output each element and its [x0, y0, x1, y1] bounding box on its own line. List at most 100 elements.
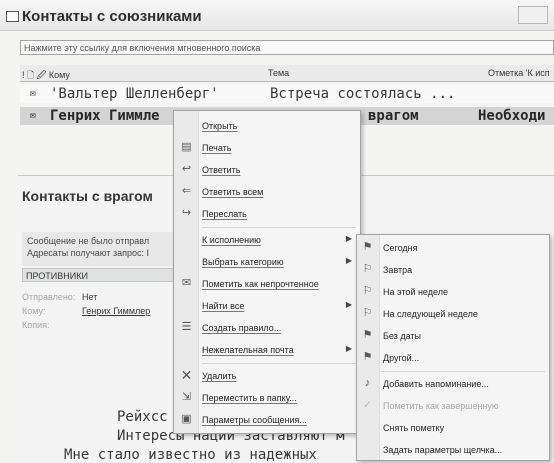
- submenu-arrow-icon: ▶: [345, 344, 352, 353]
- menu-item-label: Выбрать категорию: [202, 257, 284, 267]
- menu-item-label: Добавить напоминание...: [383, 379, 489, 389]
- contacts-icon: [6, 11, 19, 22]
- menu-item-label: Печать: [202, 143, 232, 153]
- envelope-icon: ✉: [181, 277, 192, 289]
- field-label: Кому:: [22, 306, 46, 316]
- field-label: Копия:: [22, 320, 50, 330]
- body-text-line: Мне стало известно из надежных: [64, 447, 317, 463]
- menu-item-label: Сегодня: [383, 243, 418, 253]
- menu-item-label: Задать параметры щелчка...: [383, 445, 503, 455]
- menu-item-label: Переслать: [202, 209, 247, 219]
- menu-separator: [381, 371, 545, 372]
- message-to: Генрих Гиммле: [50, 108, 160, 124]
- menu-item-label: Завтра: [383, 265, 413, 275]
- column-due[interactable]: Отметка 'К исп: [488, 68, 550, 78]
- delete-icon: ✕: [180, 367, 193, 383]
- window-title: Контакты с союзниками: [22, 8, 202, 25]
- flag-icon: ⚐: [362, 263, 373, 275]
- menu-item-label: Удалить: [202, 371, 237, 381]
- menu-item-label: Нежелательная почта: [202, 345, 294, 355]
- menu-item-label: Пометить как непрочтенное: [202, 279, 319, 289]
- menu-item-open[interactable]: Открыть: [174, 115, 360, 137]
- submenu-item-today[interactable]: ⚑ Сегодня: [357, 237, 549, 259]
- message-subject: врагом: [368, 108, 419, 124]
- menu-item-delete[interactable]: ✕ Удалить: [174, 365, 360, 387]
- message-list-header: ! 🗋 🖉 Кому Тема Отметка 'К исп: [20, 65, 554, 82]
- menu-item-categorize[interactable]: Выбрать категорию ▶: [174, 251, 360, 273]
- message-icon: ✉: [30, 110, 37, 121]
- menu-item-reply[interactable]: ↩ Ответить: [174, 159, 360, 181]
- message-to: 'Вальтер Шелленберг': [50, 86, 219, 102]
- reading-pane-title: Контакты с врагом: [22, 188, 153, 204]
- menu-item-label: Параметры сообщения...: [202, 415, 307, 425]
- menu-item-label: Пометить как завершенную: [383, 401, 499, 411]
- menu-item-label: На этой неделе: [383, 287, 448, 297]
- field-sent: Отправлено: Нет: [22, 292, 97, 302]
- field-to: Кому: Генрих Гиммлер: [22, 306, 150, 316]
- field-value: Нет: [82, 292, 98, 302]
- flag-icon: ⚑: [362, 241, 373, 253]
- menu-item-options[interactable]: ▣ Параметры сообщения...: [174, 409, 360, 431]
- menu-item-label: Найти все: [202, 301, 245, 311]
- forward-icon: ↪: [181, 207, 192, 219]
- context-menu: Открыть ▤ Печать ↩ Ответить ⇐ Ответить в…: [173, 110, 361, 434]
- field-cc: Копия:: [22, 320, 82, 330]
- submenu-item-mark-complete: ✓ Пометить как завершенную: [357, 395, 549, 417]
- submenu-item-next-week[interactable]: ⚐ На следующей неделе: [357, 303, 549, 325]
- flag-icon: ⚐: [362, 285, 373, 297]
- rule-icon: ☰: [181, 321, 192, 333]
- recipient-link[interactable]: Генрих Гиммлер: [82, 306, 150, 316]
- flag-icon: ⚑: [362, 351, 373, 363]
- menu-item-mark-unread[interactable]: ✉ Пометить как непрочтенное: [174, 273, 360, 295]
- menu-item-label: Переместить в папку...: [202, 393, 297, 403]
- menu-item-label: На следующей неделе: [383, 309, 478, 319]
- message-extra: Необходи: [478, 108, 546, 124]
- submenu-item-custom[interactable]: ⚑ Другой...: [357, 347, 549, 369]
- menu-item-label: Снять пометку: [383, 423, 445, 433]
- message-row[interactable]: ✉ 'Вальтер Шелленберг' Встреча состоялас…: [20, 85, 554, 103]
- menu-item-follow-up[interactable]: К исполнению ▶: [174, 229, 360, 251]
- reply-icon: ↩: [181, 163, 192, 175]
- submenu-item-no-date[interactable]: ⚑ Без даты: [357, 325, 549, 347]
- check-icon: ✓: [362, 399, 373, 411]
- window-control-button[interactable]: [518, 6, 548, 24]
- menu-item-label: Другой...: [383, 353, 420, 363]
- field-label: Отправлено:: [22, 292, 76, 302]
- menu-item-forward[interactable]: ↪ Переслать: [174, 203, 360, 225]
- menu-item-create-rule[interactable]: ☰ Создать правило...: [174, 317, 360, 339]
- menu-item-find-all[interactable]: Найти все ▶: [174, 295, 360, 317]
- menu-item-label: Ответить всем: [202, 187, 264, 197]
- menu-item-reply-all[interactable]: ⇐ Ответить всем: [174, 181, 360, 203]
- menu-separator: [202, 227, 356, 228]
- body-text-line: Рейхсс: [117, 409, 168, 425]
- column-subject[interactable]: Тема: [268, 68, 289, 78]
- submenu-item-set-quick-click[interactable]: Задать параметры щелчка...: [357, 439, 549, 461]
- menu-item-label: К исполнению: [202, 235, 261, 245]
- submenu-item-add-reminder[interactable]: ♪ Добавить напоминание...: [357, 373, 549, 395]
- message-subject: Встреча состоялась ...: [270, 86, 456, 102]
- submenu-arrow-icon: ▶: [345, 234, 352, 243]
- submenu-item-tomorrow[interactable]: ⚐ Завтра: [357, 259, 549, 281]
- menu-item-print[interactable]: ▤ Печать: [174, 137, 360, 159]
- print-icon: ▤: [181, 141, 192, 153]
- menu-item-move[interactable]: ⇲ Переместить в папку...: [174, 387, 360, 409]
- submenu-arrow-icon: ▶: [345, 300, 352, 309]
- menu-item-junk[interactable]: Нежелательная почта ▶: [174, 339, 360, 361]
- bell-icon: ♪: [364, 377, 371, 389]
- flag-icon: ⚑: [362, 329, 373, 341]
- follow-up-submenu: ⚑ Сегодня ⚐ Завтра ⚐ На этой неделе ⚐ На…: [356, 234, 550, 461]
- column-flags-to[interactable]: ! 🗋 🖉 Кому: [22, 68, 70, 84]
- reply-all-icon: ⇐: [181, 185, 192, 197]
- move-folder-icon: ⇲: [181, 391, 192, 403]
- menu-separator: [202, 363, 356, 364]
- menu-item-label: Ответить: [202, 165, 241, 175]
- menu-item-label: Создать правило...: [202, 323, 282, 333]
- options-icon: ▣: [181, 413, 192, 425]
- message-icon: ✉: [30, 88, 37, 99]
- submenu-item-this-week[interactable]: ⚐ На этой неделе: [357, 281, 549, 303]
- menu-item-label: Открыть: [202, 121, 238, 131]
- menu-item-label: Без даты: [383, 331, 421, 341]
- flag-icon: ⚐: [362, 307, 373, 319]
- submenu-item-clear-flag[interactable]: Снять пометку: [357, 417, 549, 439]
- instant-search-bar[interactable]: Нажмите эту ссылку для включения мгновен…: [20, 40, 554, 55]
